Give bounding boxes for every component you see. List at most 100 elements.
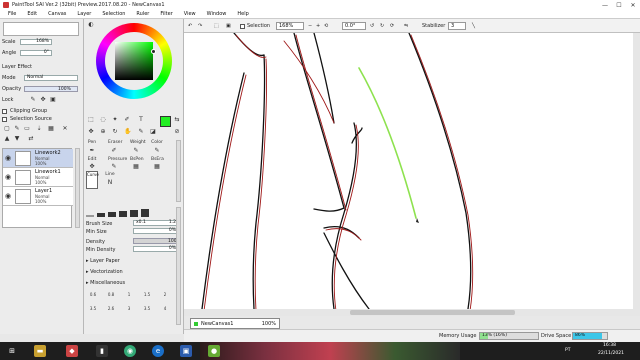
zoom-out-icon[interactable]: − bbox=[308, 21, 312, 31]
select-tool-icon[interactable]: ⬚ bbox=[88, 117, 94, 123]
layer-paper-header[interactable]: ▸ Layer Paper bbox=[86, 258, 120, 264]
text-tool-icon[interactable]: T bbox=[138, 117, 144, 123]
menu-view[interactable]: View bbox=[181, 11, 199, 17]
file-explorer-icon[interactable]: ▬ bbox=[34, 345, 46, 357]
menu-filter[interactable]: Filter bbox=[157, 11, 175, 17]
pen-icon[interactable]: ✒ bbox=[89, 148, 95, 154]
menu-canvas[interactable]: Canvas bbox=[45, 11, 69, 17]
magic-wand-icon[interactable]: ✦ bbox=[112, 117, 118, 123]
layer-down-icon[interactable]: ▼ bbox=[14, 136, 20, 142]
fill-tool-icon[interactable]: ◪ bbox=[150, 129, 156, 135]
scroll-thumb[interactable] bbox=[350, 310, 515, 315]
shape-4-icon[interactable] bbox=[130, 210, 138, 217]
primary-color-swatch[interactable] bbox=[160, 116, 171, 127]
chrome-icon[interactable]: ◉ bbox=[124, 345, 136, 357]
menu-edit[interactable]: Edit bbox=[24, 11, 40, 17]
edge-icon[interactable]: e bbox=[152, 345, 164, 357]
curve-tool[interactable]: Curve bbox=[86, 171, 99, 189]
layer-row[interactable]: ◉ Linework1 Normal 100% bbox=[3, 168, 73, 187]
size-preset[interactable]: 3.5 bbox=[140, 306, 154, 311]
angle-field[interactable]: 0.0° bbox=[342, 22, 366, 30]
windows-start-icon[interactable]: ⊞ bbox=[6, 345, 18, 357]
zoom-tool-icon[interactable]: ⊕ bbox=[100, 129, 106, 135]
visibility-eye-icon[interactable]: ◉ bbox=[5, 173, 11, 181]
size-preset[interactable]: 3 bbox=[122, 306, 136, 311]
lasso-tool-icon[interactable]: ◌ bbox=[100, 117, 106, 123]
swap-color-icon[interactable]: ⇆ bbox=[174, 117, 180, 123]
delete-layer-icon[interactable]: ✕ bbox=[62, 126, 68, 132]
size-preset[interactable]: 2 bbox=[158, 292, 172, 297]
color-pen-icon[interactable]: ✎ bbox=[154, 148, 160, 154]
layer-row[interactable]: ◉ Linework2 Normal 100% bbox=[3, 149, 73, 168]
layer-effect-header[interactable]: Layer Effect bbox=[2, 64, 32, 70]
merge-icon[interactable]: ⇣ bbox=[36, 126, 42, 132]
navigator-preview[interactable] bbox=[3, 22, 79, 36]
size-preset[interactable]: 1 bbox=[122, 292, 136, 297]
clear-icon[interactable]: ▦ bbox=[48, 126, 54, 132]
layer-scrollbar[interactable] bbox=[75, 148, 80, 228]
shape-2-icon[interactable] bbox=[108, 212, 116, 217]
size-preset[interactable]: 0.6 bbox=[86, 292, 100, 297]
layer-up-icon[interactable]: ▲ bbox=[4, 136, 10, 142]
tool-scrollbar[interactable] bbox=[176, 140, 181, 202]
hand-tool-icon[interactable]: ✋ bbox=[124, 129, 131, 135]
deselect-icon[interactable]: ⬚ bbox=[214, 21, 219, 31]
min-size-slider[interactable]: 0% bbox=[133, 228, 179, 234]
brush-size-field[interactable]: x0.1 1.2 bbox=[133, 220, 179, 226]
app-pinned-icon[interactable]: ◆ bbox=[66, 345, 78, 357]
tray-date[interactable]: 22/11/2021 bbox=[598, 351, 624, 356]
stabilizer-field[interactable]: 3 bbox=[448, 22, 466, 30]
color-wheel-mode-icon[interactable]: ◐ bbox=[88, 22, 94, 28]
rotate-left-icon[interactable]: ↺ bbox=[370, 21, 374, 31]
flip-icon[interactable]: ⇋ bbox=[404, 21, 408, 31]
hue-picker-icon[interactable] bbox=[151, 49, 156, 54]
mode-select[interactable]: Normal bbox=[24, 75, 78, 81]
rotate-reset-icon[interactable]: ⟳ bbox=[390, 21, 394, 31]
undo-icon[interactable]: ↶ bbox=[188, 21, 192, 31]
selection-checkbox[interactable] bbox=[240, 23, 245, 29]
teams-icon[interactable]: ▣ bbox=[180, 345, 192, 357]
lock-paint-icon[interactable]: ▣ bbox=[50, 97, 56, 103]
zoom-field[interactable]: 168% bbox=[276, 22, 304, 30]
close-icon[interactable]: ✕ bbox=[626, 0, 640, 10]
game-icon[interactable]: ● bbox=[208, 345, 220, 357]
invert-icon[interactable]: ▣ bbox=[226, 21, 231, 31]
tray-lang[interactable]: PT bbox=[565, 348, 570, 353]
eyedropper-icon[interactable]: ✐ bbox=[124, 117, 130, 123]
menu-ruler[interactable]: Ruler bbox=[133, 11, 152, 17]
rotate-right-icon[interactable]: ↻ bbox=[380, 21, 384, 31]
saturation-value-square[interactable] bbox=[115, 42, 153, 80]
clipping-checkbox[interactable] bbox=[2, 108, 7, 114]
menu-window[interactable]: Window bbox=[204, 11, 230, 17]
new-layer-icon[interactable]: ▢ bbox=[4, 126, 10, 132]
menu-layer[interactable]: Layer bbox=[74, 11, 94, 17]
edit-icon[interactable]: ✥ bbox=[89, 164, 95, 170]
new-linework-icon[interactable]: ✎ bbox=[14, 126, 20, 132]
drawing-canvas[interactable] bbox=[184, 33, 633, 316]
bspen-icon[interactable]: ▦ bbox=[133, 164, 139, 170]
angle-field[interactable]: 0° bbox=[20, 50, 52, 56]
visibility-eye-icon[interactable]: ◉ bbox=[5, 192, 11, 200]
menu-selection[interactable]: Selection bbox=[99, 11, 128, 17]
size-preset[interactable]: 0.8 bbox=[104, 292, 118, 297]
scale-field[interactable]: 168% bbox=[20, 39, 52, 45]
minimize-icon[interactable]: — bbox=[598, 0, 612, 10]
size-preset[interactable]: 3.5 bbox=[86, 306, 100, 311]
transfer-icon[interactable]: ⇄ bbox=[28, 136, 34, 142]
ruler-line-icon[interactable]: ╲ bbox=[472, 21, 475, 31]
zoom-reset-icon[interactable]: ⟲ bbox=[324, 21, 328, 31]
normal-shape-icon[interactable] bbox=[86, 215, 94, 217]
node-tool-icon[interactable]: N bbox=[107, 180, 113, 186]
layer-row[interactable]: ◉ Layer1 Normal 100% bbox=[3, 187, 73, 206]
terminal-icon[interactable]: ▮ bbox=[96, 345, 108, 357]
min-density-slider[interactable]: 0% bbox=[133, 246, 179, 252]
new-folder-icon[interactable]: ▭ bbox=[24, 126, 30, 132]
canvas-tab[interactable]: NewCanvas1 100% bbox=[190, 318, 280, 329]
visibility-eye-icon[interactable]: ◉ bbox=[5, 154, 11, 162]
size-preset[interactable]: 2.6 bbox=[104, 306, 118, 311]
lock-move-icon[interactable]: ✥ bbox=[40, 97, 46, 103]
shape-5-icon[interactable] bbox=[141, 209, 149, 217]
shape-1-icon[interactable] bbox=[97, 213, 105, 217]
pressure-icon[interactable]: ✎ bbox=[111, 164, 117, 170]
shape-3-icon[interactable] bbox=[119, 211, 127, 217]
